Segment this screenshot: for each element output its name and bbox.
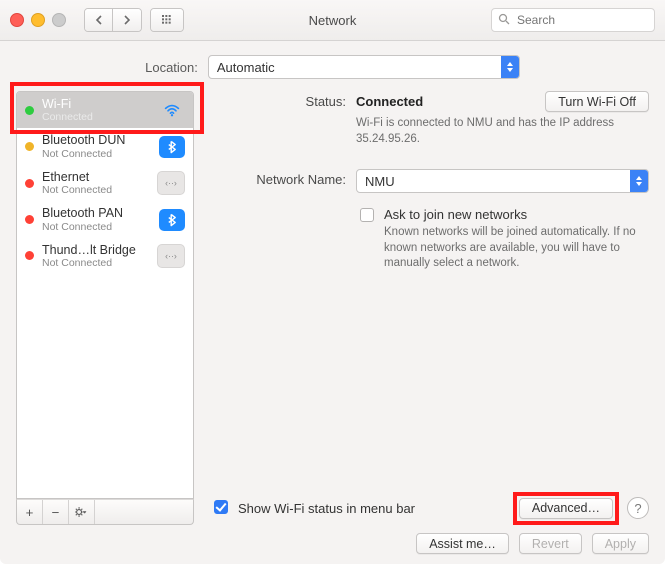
help-button[interactable]: ? [627,497,649,519]
sidebar-wrap: Wi-Fi Connected Bluetooth DUN Not Connec… [16,91,194,525]
network-name-row: Network Name: NMU [206,169,649,193]
show-status-label: Show Wi-Fi status in menu bar [238,501,415,516]
add-service-button[interactable]: + [17,500,43,524]
advanced-button[interactable]: Advanced… [519,498,613,519]
search-input[interactable] [515,12,665,28]
advanced-wrap: Advanced… [519,498,613,519]
bottom-bar: Show Wi-Fi status in menu bar Advanced… … [206,491,649,525]
sidebar-item-label: Bluetooth PAN [42,206,151,220]
select-steppers-icon [630,170,648,192]
sidebar-list: Wi-Fi Connected Bluetooth DUN Not Connec… [16,91,194,499]
status-description: Wi-Fi is connected to NMU and has the IP… [356,116,616,147]
sidebar-item-bt-pan[interactable]: Bluetooth PAN Not Connected [17,201,193,237]
status-dot-icon [25,179,34,188]
bluetooth-icon [159,136,185,158]
footer-buttons: Assist me… Revert Apply [16,525,649,554]
network-name-select[interactable]: NMU [356,169,649,193]
minimize-dot[interactable] [31,13,45,27]
showall-seg [150,8,184,32]
action-menu-button[interactable] [69,500,95,524]
traffic-lights [10,13,66,27]
sidebar-item-label: Wi-Fi [42,97,151,111]
network-name-label: Network Name: [206,169,356,187]
assist-button[interactable]: Assist me… [416,533,509,554]
ask-to-join-checkbox[interactable] [360,208,374,222]
zoom-dot[interactable] [52,13,66,27]
svg-text:‹··›: ‹··› [165,251,177,261]
sidebar-item-label: Ethernet [42,170,149,184]
nav-seg [84,8,142,32]
revert-button[interactable]: Revert [519,533,582,554]
sidebar-item-sub: Not Connected [42,257,149,269]
sidebar-item-bt-dun[interactable]: Bluetooth DUN Not Connected [17,128,193,164]
ask-to-join-row: Ask to join new networks Known networks … [356,207,649,272]
remove-service-button[interactable]: − [43,500,69,524]
sidebar-item-label: Bluetooth DUN [42,133,151,147]
search-field-wrap[interactable] [491,8,655,32]
status-label: Status: [206,91,356,109]
status-dot-icon [25,142,34,151]
network-name-value: NMU [365,174,395,189]
sidebar-item-tb-bridge[interactable]: Thund…lt Bridge Not Connected ‹··› [17,238,193,274]
location-value: Automatic [217,60,275,75]
network-prefs-window: Network Location: Automatic [0,0,665,564]
content: Location: Automatic Wi-Fi Connected [0,41,665,564]
sidebar-item-sub: Not Connected [42,148,151,160]
ethernet-icon: ‹··› [157,244,185,268]
show-status-checkbox[interactable] [214,500,228,514]
split-pane: Wi-Fi Connected Bluetooth DUN Not Connec… [16,91,649,525]
location-label: Location: [145,60,198,75]
bluetooth-icon [159,209,185,231]
back-button[interactable] [85,9,113,31]
location-row: Location: Automatic [16,55,649,79]
status-dot-icon [25,106,34,115]
ask-to-join-label: Ask to join new networks [384,207,644,222]
status-row: Status: Connected Turn Wi-Fi Off Wi-Fi i… [206,91,649,147]
wifi-toggle-button[interactable]: Turn Wi-Fi Off [545,91,649,112]
sidebar-item-label: Thund…lt Bridge [42,243,149,257]
sidebar-item-ethernet[interactable]: Ethernet Not Connected ‹··› [17,165,193,201]
sidebar-item-sub: Not Connected [42,184,149,196]
ethernet-icon: ‹··› [157,171,185,195]
select-steppers-icon [501,56,519,78]
wifi-icon [159,99,185,121]
svg-text:‹··›: ‹··› [165,178,177,188]
show-all-button[interactable] [151,9,183,31]
ask-to-join-desc: Known networks will be joined automatica… [384,225,644,272]
sidebar-item-wifi[interactable]: Wi-Fi Connected [17,92,193,128]
status-dot-icon [25,215,34,224]
sidebar-item-sub: Connected [42,111,151,123]
close-dot[interactable] [10,13,24,27]
apply-button[interactable]: Apply [592,533,649,554]
search-icon [498,13,510,28]
titlebar: Network [0,0,665,41]
location-select[interactable]: Automatic [208,55,520,79]
sidebar-footer: + − [16,499,194,525]
footer-spacer [95,500,193,524]
status-dot-icon [25,251,34,260]
detail-panel: Status: Connected Turn Wi-Fi Off Wi-Fi i… [206,91,649,525]
forward-button[interactable] [113,9,141,31]
status-value: Connected [356,94,423,109]
sidebar-item-sub: Not Connected [42,221,151,233]
